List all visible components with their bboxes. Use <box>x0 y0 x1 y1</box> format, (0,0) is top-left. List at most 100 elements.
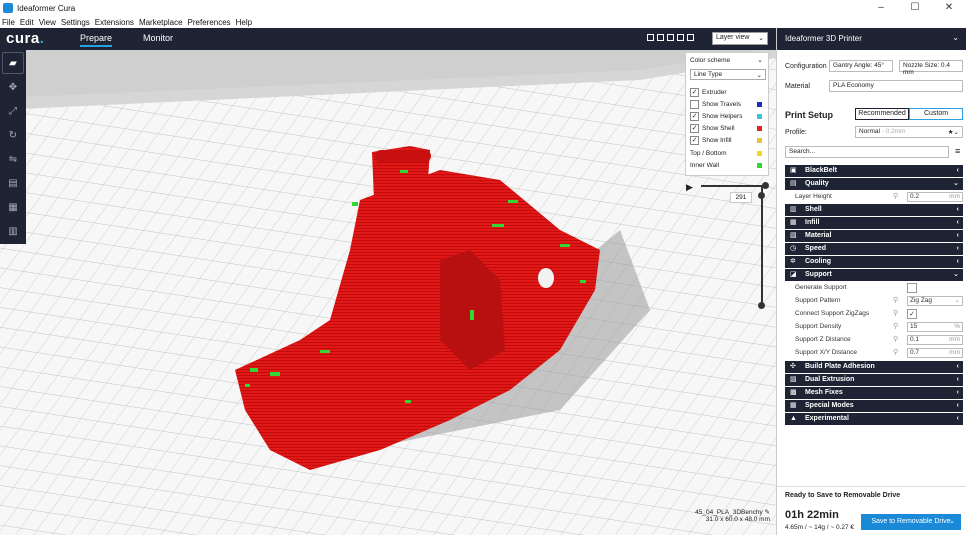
support-xy-distance-field[interactable]: 0.7 mm <box>907 348 963 358</box>
menu-help[interactable]: Help <box>236 18 252 27</box>
extra-tool-icon[interactable]: ▥ <box>2 220 24 242</box>
material-select[interactable]: PLA Economy <box>829 80 963 92</box>
option-show-travels[interactable]: Show Travels <box>690 100 741 109</box>
close-button[interactable]: ✕ <box>932 0 966 16</box>
chevron-left-icon: ‹ <box>956 376 959 383</box>
settings-search-input[interactable]: Search... <box>785 146 949 158</box>
view-3d-icon[interactable] <box>647 34 654 41</box>
recommended-button[interactable]: Recommended <box>855 108 909 120</box>
category-blackbelt[interactable]: ▣ BlackBelt ‹ <box>785 165 963 177</box>
menu-extensions[interactable]: Extensions <box>95 18 134 27</box>
support-pattern-select[interactable]: Zig Zag ⌄ <box>907 296 963 306</box>
link-icon[interactable]: ⚲ <box>893 347 898 359</box>
blackbelt-icon: ▣ <box>790 167 797 174</box>
layer-height-field[interactable]: 0.2 mm <box>907 192 963 202</box>
option-extruder[interactable]: ✓ Extruder <box>690 88 727 97</box>
custom-button[interactable]: Custom <box>909 108 963 120</box>
color-scheme-select[interactable]: Line Type ⌄ <box>690 69 766 80</box>
checkbox[interactable]: ✓ <box>690 88 699 97</box>
link-icon[interactable]: ⚲ <box>893 321 898 333</box>
profile-select[interactable]: Normal - 0.2mm ★⌄ <box>855 126 963 138</box>
category-build-plate-adhesion[interactable]: ✣ Build Plate Adhesion ‹ <box>785 361 963 373</box>
layer-bottom-handle[interactable] <box>758 302 765 309</box>
move-tool-icon[interactable]: ✥ <box>2 76 24 98</box>
category-material[interactable]: ▧ Material ‹ <box>785 230 963 242</box>
chevron-left-icon: ‹ <box>956 402 959 409</box>
checkbox[interactable]: ✓ <box>690 136 699 145</box>
category-infill[interactable]: ▦ Infill ‹ <box>785 217 963 229</box>
option-show-helpers[interactable]: ✓ Show Helpers <box>690 112 742 121</box>
layer-path-track[interactable] <box>701 185 765 187</box>
view-front-icon[interactable] <box>657 34 664 41</box>
view-top-icon[interactable] <box>667 34 674 41</box>
view-right-icon[interactable] <box>687 34 694 41</box>
collapse-icon[interactable]: ⌄ <box>757 56 763 64</box>
gantry-angle-select[interactable]: Gantry Angle: 45° <box>829 60 893 72</box>
settings-menu-icon[interactable]: ≡ <box>955 146 960 156</box>
mirror-tool-icon[interactable]: ⇋ <box>2 148 24 170</box>
chevron-down-icon[interactable]: ⌄ <box>949 514 955 530</box>
cooling-icon: ✲ <box>790 258 796 265</box>
shell-icon: ▥ <box>790 206 797 213</box>
app-header: cura. Prepare Monitor Layer view ⌄ <box>0 28 776 50</box>
option-show-shell[interactable]: ✓ Show Shell <box>690 124 735 133</box>
connect-zigzags-checkbox[interactable]: ✓ <box>907 309 917 319</box>
checkbox[interactable]: ✓ <box>690 112 699 121</box>
legend-inner-wall: Inner Wall <box>690 162 720 169</box>
support-density-field[interactable]: 15% <box>907 322 963 332</box>
category-support[interactable]: ◪ Support ⌄ <box>785 269 963 281</box>
tab-prepare[interactable]: Prepare <box>80 33 113 47</box>
support-blocker-icon[interactable]: ▦ <box>2 196 24 218</box>
category-cooling[interactable]: ✲ Cooling ‹ <box>785 256 963 268</box>
menu-view[interactable]: View <box>39 18 56 27</box>
chevron-left-icon: ‹ <box>956 389 959 396</box>
nozzle-size-select[interactable]: Nozzle Size: 0.4 mm <box>899 60 963 76</box>
edit-pencil-icon[interactable]: ✎ <box>765 509 770 516</box>
category-quality[interactable]: ▤ Quality ⌄ <box>785 178 963 190</box>
save-to-removable-drive-button[interactable]: Save to Removable Drive ⌄ <box>861 514 961 530</box>
per-model-settings-icon[interactable]: ▤ <box>2 172 24 194</box>
support-z-distance-field[interactable]: 0.1 mm <box>907 335 963 345</box>
minimize-button[interactable]: – <box>864 0 898 16</box>
layer-top-handle[interactable] <box>758 192 765 199</box>
rotate-tool-icon[interactable]: ↻ <box>2 124 24 146</box>
object-dimensions: 31.0 x 60.0 x 48.0 mm <box>705 516 770 523</box>
star-icon[interactable]: ★⌄ <box>948 128 959 136</box>
play-icon[interactable]: ▶ <box>686 182 693 193</box>
cura-logo: cura. <box>6 30 45 47</box>
category-dual-extrusion[interactable]: ▨ Dual Extrusion ‹ <box>785 374 963 386</box>
link-icon[interactable]: ⚲ <box>893 334 898 346</box>
option-show-infill[interactable]: ✓ Show Infill <box>690 136 732 145</box>
print-material-estimate: 4.65m / ~ 14g / ~ 0.27 € <box>785 524 855 531</box>
checkbox[interactable]: ✓ <box>690 124 699 133</box>
category-special-modes[interactable]: ▦ Special Modes ‹ <box>785 400 963 412</box>
checkbox[interactable] <box>690 100 699 109</box>
print-time: 01h 22min <box>785 509 839 521</box>
menu-preferences[interactable]: Preferences <box>188 18 231 27</box>
category-speed[interactable]: ◷ Speed ‹ <box>785 243 963 255</box>
maximize-button[interactable]: ☐ <box>898 0 932 16</box>
menu-settings[interactable]: Settings <box>61 18 90 27</box>
layer-number-field[interactable]: 291 <box>730 192 752 203</box>
link-icon[interactable]: ⚲ <box>893 308 898 320</box>
link-icon[interactable]: ⚲ <box>893 191 898 203</box>
printer-header[interactable]: Ideaformer 3D Printer ⌄ <box>777 28 966 50</box>
window-controls: – ☐ ✕ <box>864 0 966 16</box>
link-icon[interactable]: ⚲ <box>893 295 898 307</box>
menu-file[interactable]: File <box>2 18 15 27</box>
tab-monitor[interactable]: Monitor <box>143 33 173 43</box>
menu-marketplace[interactable]: Marketplace <box>139 18 183 27</box>
category-mesh-fixes[interactable]: ▩ Mesh Fixes ‹ <box>785 387 963 399</box>
category-shell[interactable]: ▥ Shell ‹ <box>785 204 963 216</box>
view-type-select[interactable]: Layer view ⌄ <box>712 32 768 45</box>
category-experimental[interactable]: ▲ Experimental ‹ <box>785 413 963 425</box>
view-left-icon[interactable] <box>677 34 684 41</box>
3d-viewport[interactable] <box>0 50 776 535</box>
path-handle[interactable] <box>762 182 769 189</box>
open-file-icon[interactable]: ▰ <box>2 52 24 74</box>
generate-support-checkbox[interactable] <box>907 283 917 293</box>
scale-tool-icon[interactable]: ⤢ <box>2 100 24 122</box>
chevron-down-icon: ⌄ <box>952 33 959 42</box>
layer-vertical-track[interactable] <box>761 187 763 307</box>
menu-edit[interactable]: Edit <box>20 18 34 27</box>
